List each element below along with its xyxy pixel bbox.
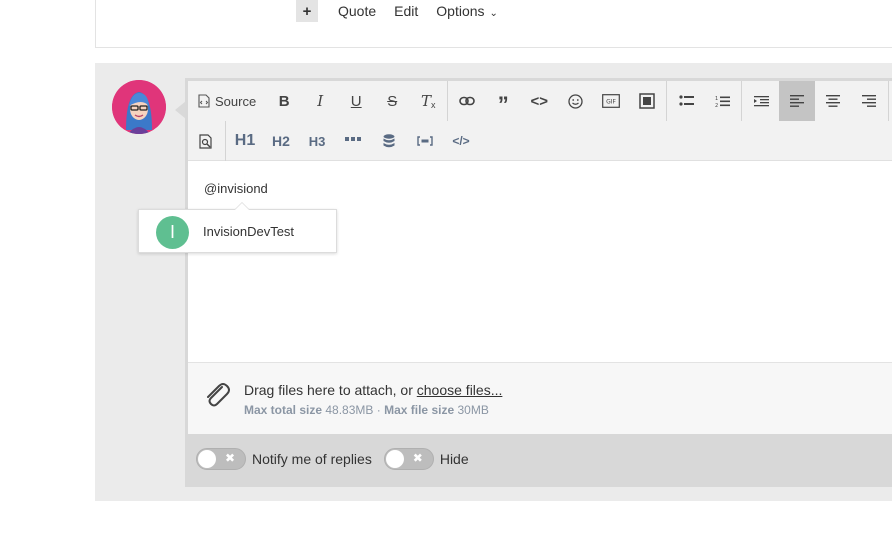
max-total-value: 48.83MB xyxy=(325,403,374,417)
emoji-icon[interactable] xyxy=(557,81,593,121)
attachment-area[interactable]: Drag files here to attach, or choose fil… xyxy=(188,362,892,434)
avatar[interactable] xyxy=(112,80,166,134)
editor-toolbar: Source B I U S Tx ” <> GIF 1 2 H1 H2 H3 … xyxy=(188,81,892,161)
post-actions: + Quote Edit Options ⌄ xyxy=(296,0,516,22)
italic-icon[interactable]: I xyxy=(302,81,338,121)
multiquote-plus-button[interactable]: + xyxy=(296,0,318,22)
paperclip-icon xyxy=(202,379,230,414)
code-tag-icon[interactable]: </> xyxy=(443,121,479,161)
notify-label: Notify me of replies xyxy=(252,451,372,467)
attach-instructions: Drag files here to attach, or choose fil… xyxy=(244,382,502,398)
mention-avatar[interactable]: I xyxy=(156,216,189,249)
svg-text:1: 1 xyxy=(715,96,718,102)
strikethrough-icon[interactable]: S xyxy=(374,81,410,121)
drag-text: Drag files here to attach, or xyxy=(244,382,417,398)
svg-text:GIF: GIF xyxy=(606,99,616,106)
align-center-icon[interactable] xyxy=(815,81,851,121)
h3-label: H3 xyxy=(308,133,326,149)
code-icon[interactable]: <> xyxy=(521,81,557,121)
heading3-button[interactable]: H3 xyxy=(299,121,335,161)
underline-icon[interactable]: U xyxy=(338,81,374,121)
toolbar-separator xyxy=(741,81,743,121)
toolbar-row-2: H1 H2 H3 </> xyxy=(188,121,479,161)
blockquote-icon[interactable]: ” xyxy=(485,81,521,121)
max-file-value: 30MB xyxy=(457,403,489,417)
toggle-knob xyxy=(198,450,216,468)
media-icon[interactable] xyxy=(629,81,665,121)
attach-limits: Max total size 48.83MB · Max file size 3… xyxy=(244,403,489,417)
align-left-icon[interactable] xyxy=(779,81,816,121)
heading2-button[interactable]: H2 xyxy=(263,121,299,161)
svg-text:2: 2 xyxy=(715,103,718,108)
bulleted-list-icon[interactable] xyxy=(668,81,704,121)
align-right-icon[interactable] xyxy=(851,81,887,121)
editor-text: @invisiond xyxy=(204,181,268,196)
rich-text-editor: Source B I U S Tx ” <> GIF 1 2 H1 H2 H3 … xyxy=(185,78,892,487)
toggle-knob xyxy=(385,450,404,468)
database-icon[interactable] xyxy=(371,121,407,161)
max-file-label: Max file size xyxy=(384,403,455,417)
options-label: Options xyxy=(436,3,485,19)
chevron-down-icon: ⌄ xyxy=(489,8,498,19)
more-options-icon[interactable] xyxy=(335,121,371,161)
source-icon xyxy=(198,94,210,108)
limits-separator: · xyxy=(376,403,381,417)
close-icon: ✖ xyxy=(224,451,235,465)
mention-avatar-letter: I xyxy=(169,222,175,242)
heading1-button[interactable]: H1 xyxy=(227,121,263,161)
source-button[interactable]: Source xyxy=(188,81,266,121)
editor-footer: ✖ Notify me of replies ✖ Hide xyxy=(188,434,892,484)
spoiler-icon[interactable] xyxy=(407,121,443,161)
hide-label: Hide xyxy=(439,451,469,467)
toolbar-separator xyxy=(666,81,668,121)
source-label: Source xyxy=(215,93,257,109)
mention-suggestion-popup: I InvisionDevTest xyxy=(138,202,337,253)
bold-icon[interactable]: B xyxy=(266,81,302,121)
reply-area: Source B I U S Tx ” <> GIF 1 2 H1 H2 H3 … xyxy=(95,63,892,501)
gif-icon[interactable]: GIF xyxy=(593,81,629,121)
toolbar-separator xyxy=(888,81,890,121)
notify-toggle[interactable]: ✖ xyxy=(196,448,246,470)
hide-toggle[interactable]: ✖ xyxy=(383,448,434,470)
toolbar-separator xyxy=(447,81,449,121)
max-total-label: Max total size xyxy=(244,403,323,417)
close-icon: ✖ xyxy=(412,451,423,465)
choose-files-link[interactable]: choose files... xyxy=(417,382,503,398)
editor-body: Source B I U S Tx ” <> GIF 1 2 H1 H2 H3 … xyxy=(188,81,892,434)
edit-link[interactable]: Edit xyxy=(394,3,418,19)
indent-icon[interactable] xyxy=(743,81,779,121)
toolbar-row-1: Source B I U S Tx ” <> GIF 1 2 xyxy=(188,81,890,121)
post-footer-strip: + Quote Edit Options ⌄ xyxy=(95,0,892,48)
preview-icon[interactable] xyxy=(188,121,224,161)
mention-user-name[interactable]: InvisionDevTest xyxy=(203,224,294,239)
h2-label: H2 xyxy=(272,133,290,149)
toolbar-separator xyxy=(225,121,226,161)
editor-content[interactable]: @invisiond xyxy=(188,161,892,362)
options-menu[interactable]: Options ⌄ xyxy=(436,3,498,19)
remove-format-icon[interactable]: Tx xyxy=(410,81,446,121)
numbered-list-icon[interactable]: 12 xyxy=(704,81,740,121)
quote-link[interactable]: Quote xyxy=(338,3,376,19)
link-icon[interactable] xyxy=(449,81,485,121)
h1-label: H1 xyxy=(234,132,256,149)
